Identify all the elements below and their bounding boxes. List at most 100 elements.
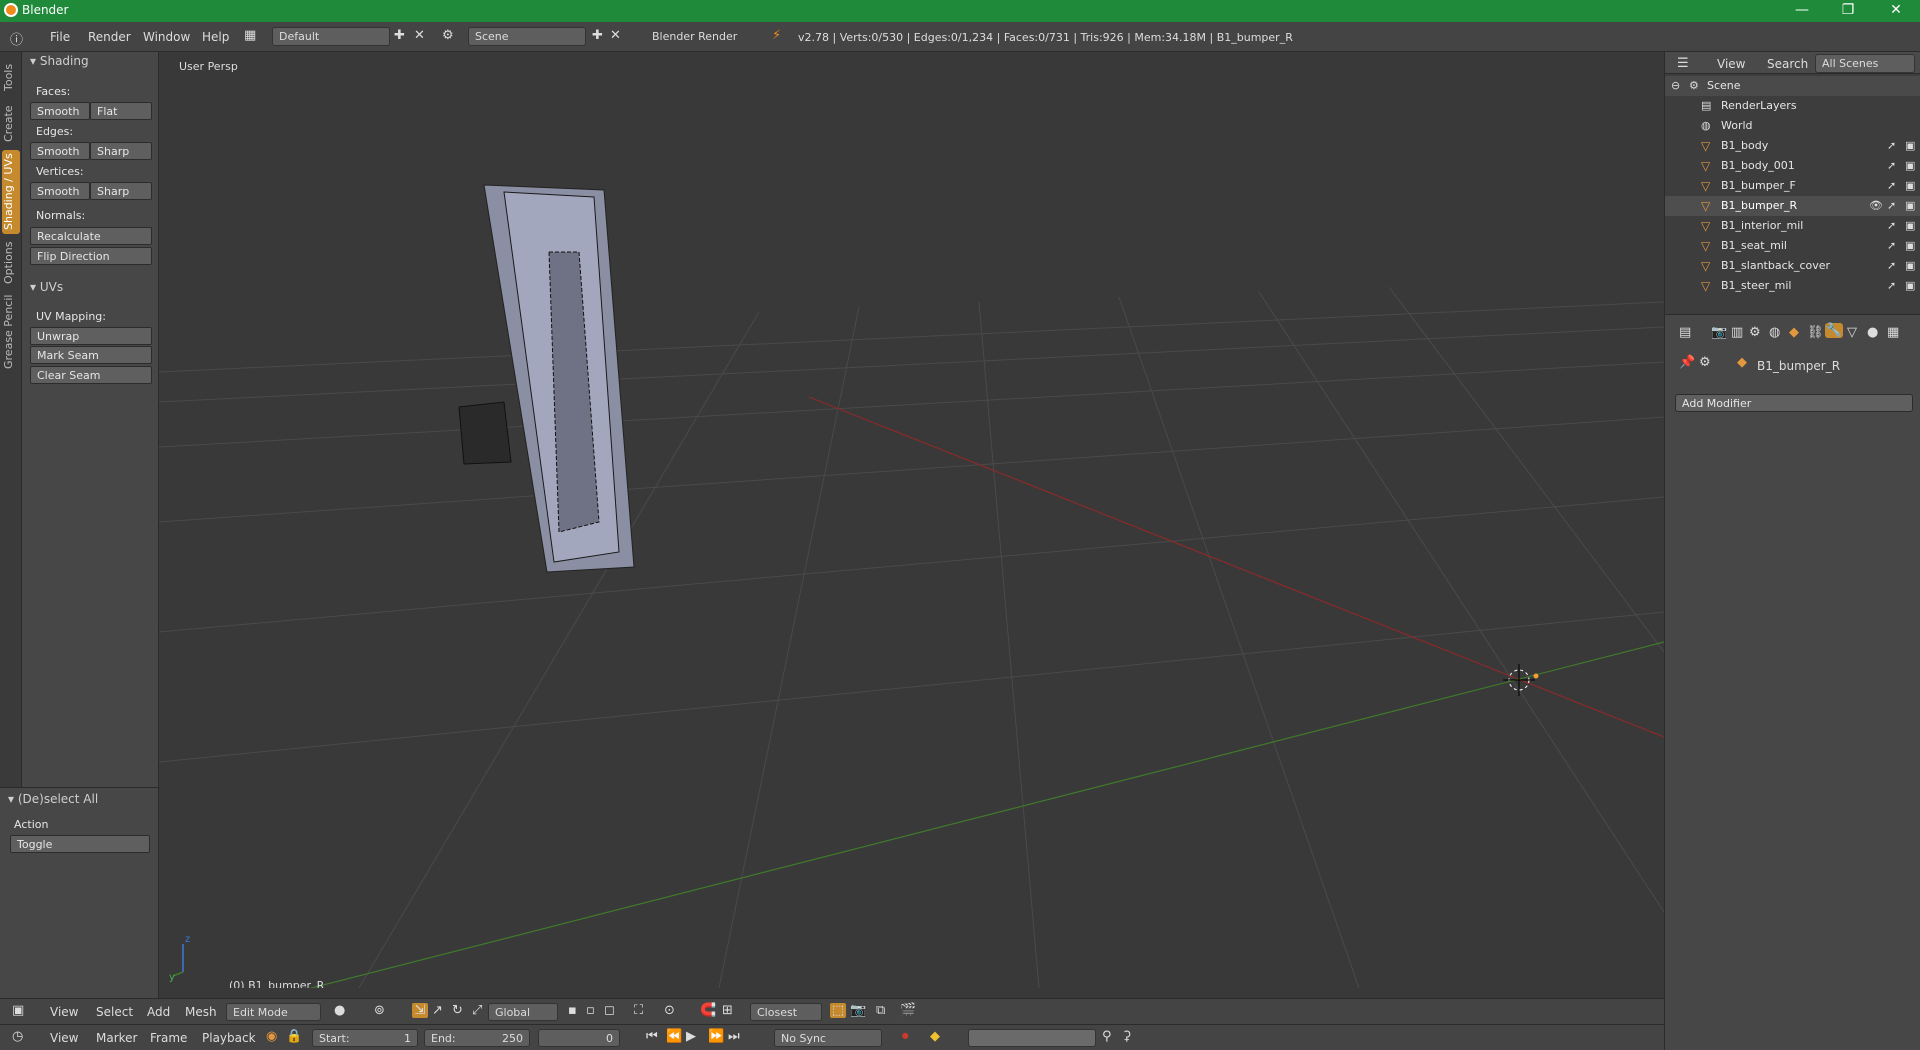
flip-direction-button[interactable]: Flip Direction <box>30 247 152 265</box>
render-toggle-icon[interactable]: ▣ <box>1905 219 1915 232</box>
keying-set-field[interactable] <box>968 1029 1096 1047</box>
maximize-button[interactable]: ❐ <box>1826 0 1870 22</box>
jump-start-icon[interactable]: ⏮ <box>646 1029 658 1044</box>
properties-editor-icon[interactable]: ▤ <box>1679 325 1691 340</box>
tab-create[interactable]: Create <box>2 100 20 148</box>
select-toggle-icon[interactable]: ➚ <box>1887 259 1896 272</box>
outliner-row-object-active[interactable]: ▽ B1_bumper_R 👁 ➚ ▣ <box>1665 196 1920 216</box>
outliner-display-mode[interactable]: All Scenes <box>1815 54 1915 73</box>
jump-end-icon[interactable]: ⏭ <box>728 1029 740 1044</box>
outliner-row-object[interactable]: ▽ B1_slantback_cover ➚ ▣ <box>1665 256 1920 276</box>
add-scene-icon[interactable]: ✚ <box>592 28 603 43</box>
jump-keyframe-forward-icon[interactable]: ⏩ <box>708 1029 724 1044</box>
edges-sharp-button[interactable]: Sharp <box>90 142 152 160</box>
tab-shading-uvs[interactable]: Shading / UVs <box>2 150 20 234</box>
outliner-row-object[interactable]: ▽ B1_bumper_F ➚ ▣ <box>1665 176 1920 196</box>
copy-layer-icon[interactable]: ⧉ <box>876 1003 885 1018</box>
render-toggle-icon[interactable]: ▣ <box>1905 159 1915 172</box>
render-toggle-icon[interactable]: ▣ <box>1905 199 1915 212</box>
render-toggle-icon[interactable]: ▣ <box>1905 179 1915 192</box>
material-tab-icon[interactable]: ● <box>1867 325 1878 340</box>
outliner-editor-icon[interactable]: ☰ <box>1677 56 1689 71</box>
insert-keyframe-icon[interactable]: ⚲ <box>1102 1029 1112 1044</box>
opengl-render-icon[interactable]: 📷 <box>850 1003 866 1018</box>
recalculate-normals-button[interactable]: Recalculate <box>30 227 152 245</box>
viewport-select-menu[interactable]: Select <box>96 1005 133 1019</box>
render-tab-icon[interactable]: 📷 <box>1711 325 1727 340</box>
lock-icon[interactable]: 🔒 <box>286 1029 302 1044</box>
layout-icon[interactable]: ▦ <box>244 28 256 43</box>
3d-cursor[interactable] <box>1503 664 1539 696</box>
uvs-panel-header[interactable]: ▾ UVs <box>30 280 63 294</box>
keying-icon[interactable]: ◆ <box>930 1029 940 1044</box>
data-tab-icon[interactable]: ▽ <box>1847 325 1857 340</box>
transform-orientation-selector[interactable]: Global <box>488 1003 558 1021</box>
world-tab-icon[interactable]: ◍ <box>1769 325 1780 340</box>
select-toggle-icon[interactable]: ➚ <box>1887 159 1896 172</box>
jump-keyframe-back-icon[interactable]: ⏪ <box>666 1029 682 1044</box>
start-frame-field[interactable]: Start: 1 <box>312 1029 418 1047</box>
timeline-frame-menu[interactable]: Frame <box>150 1031 187 1045</box>
end-frame-field[interactable]: End: 250 <box>424 1029 530 1047</box>
delete-keyframe-icon[interactable]: ⚳ <box>1122 1029 1132 1044</box>
outliner-row-object[interactable]: ▽ B1_body ➚ ▣ <box>1665 136 1920 156</box>
snapshot-icon[interactable]: 🎬 <box>900 1003 916 1018</box>
play-icon[interactable]: ▶ <box>686 1029 696 1044</box>
constraints-tab-icon[interactable]: ⛓ <box>1807 325 1824 340</box>
outliner-row-object[interactable]: ▽ B1_interior_mil ➚ ▣ <box>1665 216 1920 236</box>
current-frame-field[interactable]: 0 <box>538 1029 620 1047</box>
timeline-marker-menu[interactable]: Marker <box>96 1031 137 1045</box>
scene-tab-icon[interactable]: ⚙ <box>1749 325 1761 340</box>
outliner-row-world[interactable]: ◍ World <box>1665 116 1920 136</box>
tab-options[interactable]: Options <box>2 236 20 290</box>
unwrap-dropdown[interactable]: Unwrap <box>30 327 152 345</box>
remove-layout-icon[interactable]: ✕ <box>414 28 425 43</box>
timeline-editor-icon[interactable]: ◷ <box>12 1029 23 1044</box>
limit-selection-icon[interactable]: ⛶ <box>634 1003 643 1018</box>
remove-scene-icon[interactable]: ✕ <box>610 28 621 43</box>
select-toggle-icon[interactable]: ➚ <box>1887 199 1896 212</box>
outliner-row-scene[interactable]: ⊖ ⚙ Scene <box>1665 76 1920 96</box>
outliner-row-object[interactable]: ▽ B1_steer_mil ➚ ▣ <box>1665 276 1920 296</box>
faces-flat-button[interactable]: Flat <box>90 102 152 120</box>
viewport-editor-icon[interactable]: ▣ <box>12 1003 24 1018</box>
shading-panel-header[interactable]: ▾ Shading <box>30 54 89 68</box>
close-button[interactable]: ✕ <box>1874 0 1918 22</box>
pin-icon[interactable]: 📌 <box>1679 355 1695 370</box>
outliner-search-menu[interactable]: Search <box>1767 57 1808 71</box>
viewport-add-menu[interactable]: Add <box>147 1005 170 1019</box>
occlude-geometry-icon[interactable]: ⬚ <box>830 1003 846 1018</box>
manipulator-icon[interactable]: ⇲ <box>412 1003 428 1018</box>
timeline-view-menu[interactable]: View <box>50 1031 78 1045</box>
select-toggle-icon[interactable]: ➚ <box>1887 279 1896 292</box>
modifiers-tab-icon[interactable]: 🔧 <box>1825 323 1843 338</box>
translate-icon[interactable]: ↗ <box>432 1003 443 1018</box>
scene-icon[interactable]: ⚙ <box>442 28 454 43</box>
mark-seam-button[interactable]: Mark Seam <box>30 346 152 364</box>
vertices-sharp-button[interactable]: Sharp <box>90 182 152 200</box>
add-modifier-dropdown[interactable]: Add Modifier <box>1675 394 1913 412</box>
menu-window[interactable]: Window <box>143 30 190 44</box>
operator-panel-header[interactable]: ▾ (De)select All <box>8 792 98 806</box>
render-engine-selector[interactable]: Blender Render <box>645 27 753 46</box>
scale-icon[interactable]: ⤢ <box>472 1003 482 1018</box>
select-toggle-icon[interactable]: ➚ <box>1887 239 1896 252</box>
layers-tab-icon[interactable]: ▥ <box>1731 325 1743 340</box>
pivot-point-icon[interactable]: ⊚ <box>374 1003 385 1018</box>
collapse-icon[interactable]: ⊖ <box>1671 79 1680 92</box>
render-toggle-icon[interactable]: ▣ <box>1905 139 1915 152</box>
object-tab-icon[interactable]: ◆ <box>1789 325 1799 340</box>
action-dropdown[interactable]: Toggle <box>10 835 150 853</box>
outliner-view-menu[interactable]: View <box>1717 57 1745 71</box>
render-toggle-icon[interactable]: ▣ <box>1905 279 1915 292</box>
edges-smooth-button[interactable]: Smooth <box>30 142 90 160</box>
bumper-mesh[interactable] <box>458 184 635 573</box>
sync-mode-selector[interactable]: No Sync <box>774 1029 882 1047</box>
mode-selector[interactable]: Edit Mode <box>226 1003 321 1021</box>
faces-smooth-button[interactable]: Smooth <box>30 102 90 120</box>
preview-range-icon[interactable]: ◉ <box>266 1029 277 1044</box>
proportional-edit-icon[interactable]: ⊙ <box>664 1003 675 1018</box>
tab-tools[interactable]: Tools <box>2 58 20 96</box>
snap-target-selector[interactable]: Closest <box>750 1003 822 1021</box>
add-layout-icon[interactable]: ✚ <box>394 28 405 43</box>
